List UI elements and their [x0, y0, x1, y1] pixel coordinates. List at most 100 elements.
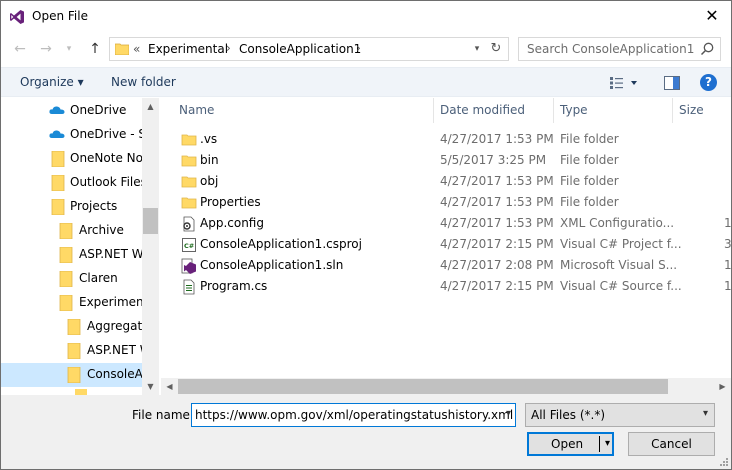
scroll-down-icon[interactable]: ▼ [142, 378, 159, 395]
file-name-value[interactable]: https://www.opm.gov/xml/operatingstatush… [195, 408, 513, 422]
file-type: Visual C# Project f... [560, 237, 682, 251]
file-name: .vs [200, 132, 218, 146]
new-folder-button[interactable]: New folder [111, 75, 176, 89]
folder-icon [51, 151, 65, 167]
help-icon[interactable]: ? [700, 74, 717, 91]
nav-item-aggregatio[interactable]: Aggregatio [1, 315, 142, 339]
file-row[interactable]: App.config 4/27/2017 1:53 PM XML Configu… [161, 213, 731, 234]
nav-item-outlook-files[interactable]: Outlook Files [1, 171, 142, 195]
nav-scrollbar[interactable]: ▲ ▼ [142, 98, 159, 395]
nav-item-aspnet-we[interactable]: ASP.NET We [1, 243, 142, 267]
file-row[interactable]: Properties 4/27/2017 1:53 PM File folder [161, 192, 731, 213]
file-row[interactable]: obj 4/27/2017 1:53 PM File folder [161, 171, 731, 192]
breadcrumb-separator[interactable]: › [226, 41, 231, 55]
nav-item-onedrive[interactable]: OneDrive [1, 99, 142, 123]
file-row[interactable]: ConsoleApplication1.sln 4/27/2017 2:08 P… [161, 255, 731, 276]
folder-icon [59, 295, 73, 311]
folder-icon [181, 176, 197, 188]
navigation-pane[interactable]: OneDrive OneDrive - So OneNote Not Outlo… [1, 98, 159, 395]
breadcrumb-overflow[interactable]: « [133, 42, 140, 56]
cancel-button[interactable]: Cancel [628, 432, 715, 456]
nav-item-projects[interactable]: Projects [1, 195, 142, 219]
visual-studio-icon [10, 10, 24, 24]
scroll-left-icon[interactable]: ◀ [161, 378, 178, 395]
file-name: Program.cs [200, 279, 268, 293]
column-header-type[interactable]: Type [554, 98, 673, 123]
file-date: 4/27/2017 2:08 PM [440, 258, 554, 272]
organize-button[interactable]: Organize ▾ [20, 75, 84, 89]
file-row[interactable]: Program.cs 4/27/2017 2:15 PM Visual C# S… [161, 276, 731, 297]
file-date: 4/27/2017 1:53 PM [440, 174, 554, 188]
column-header-name[interactable]: Name [161, 98, 434, 123]
file-list-hscrollbar[interactable]: ◀ ▶ [161, 378, 731, 395]
chevron-down-icon[interactable]: ▾ [506, 408, 511, 419]
open-options-chevron-icon[interactable]: ▾ [605, 434, 610, 454]
file-date: 5/5/2017 3:25 PM [440, 153, 547, 167]
onedrive-icon [49, 130, 65, 138]
file-name-input[interactable]: https://www.opm.gov/xml/operatingstatush… [191, 403, 516, 427]
up-button[interactable]: ↑ [85, 38, 105, 60]
preview-pane-icon[interactable] [664, 76, 680, 90]
nav-item-archive[interactable]: Archive [1, 219, 142, 243]
file-name: ConsoleApplication1.csproj [200, 237, 362, 251]
file-size: 1 [724, 216, 731, 230]
file-list[interactable]: ^ Name Date modified Type Size .vs 4/27/… [161, 98, 731, 395]
file-type: File folder [560, 153, 619, 167]
nav-item-consoleap[interactable]: ConsoleAp [1, 363, 142, 387]
hscroll-thumb[interactable] [178, 379, 668, 394]
refresh-icon[interactable]: ↻ [488, 41, 504, 57]
svg-text:C#: C# [184, 242, 194, 250]
folder-icon [59, 223, 73, 239]
file-date: 4/27/2017 2:15 PM [440, 237, 554, 251]
folder-icon [59, 271, 73, 287]
address-dropdown-icon[interactable]: ▾ [470, 41, 484, 57]
config-file-icon [183, 216, 195, 232]
open-file-dialog: Open File ✕ ← → ▾ ↑ « Experimental › Con… [0, 0, 732, 470]
folder-icon [59, 247, 73, 263]
file-type: Visual C# Source f... [560, 279, 682, 293]
folder-icon [181, 197, 197, 209]
recent-locations-button[interactable]: ▾ [59, 38, 79, 60]
scroll-up-icon[interactable]: ▲ [142, 98, 159, 115]
column-header-size[interactable]: Size [673, 98, 731, 123]
sln-file-icon [181, 258, 196, 274]
nav-item-onedrive-so[interactable]: OneDrive - So [1, 123, 142, 147]
file-date: 4/27/2017 1:53 PM [440, 195, 554, 209]
nav-item-onenote[interactable]: OneNote Not [1, 147, 142, 171]
forward-button[interactable]: → [36, 38, 56, 60]
change-view-icon[interactable] [610, 76, 638, 90]
search-icon[interactable] [699, 41, 715, 57]
file-row[interactable]: bin 5/5/2017 3:25 PM File folder [161, 150, 731, 171]
breadcrumb-consoleapplication1[interactable]: ConsoleApplication1 [239, 42, 361, 56]
onedrive-icon [49, 106, 65, 114]
breadcrumb-separator[interactable]: › [356, 41, 361, 55]
file-type: File folder [560, 195, 619, 209]
chevron-down-icon[interactable]: ▾ [703, 408, 708, 419]
dialog-footer: File name: https://www.opm.gov/xml/opera… [1, 395, 731, 469]
window-title: Open File [32, 9, 88, 23]
file-type-filter-value[interactable]: All Files (*.*) [531, 408, 605, 422]
scroll-right-icon[interactable]: ▶ [714, 378, 731, 395]
breadcrumb-experimental[interactable]: Experimental [148, 42, 228, 56]
file-name: obj [200, 174, 219, 188]
file-date: 4/27/2017 1:53 PM [440, 216, 554, 230]
folder-icon [181, 155, 197, 167]
file-row[interactable]: .vs 4/27/2017 1:53 PM File folder [161, 129, 731, 150]
address-bar[interactable]: « Experimental › ConsoleApplication1 › ▾… [109, 37, 509, 61]
file-name: App.config [200, 216, 264, 230]
resize-grip-icon[interactable] [719, 457, 729, 467]
nav-scroll-thumb[interactable] [143, 208, 158, 234]
nav-item-experimental[interactable]: Experimental [1, 291, 142, 315]
close-button[interactable]: ✕ [703, 7, 721, 25]
file-type-filter[interactable]: All Files (*.*) ▾ [525, 403, 715, 427]
file-row[interactable]: C# ConsoleApplication1.csproj 4/27/2017 … [161, 234, 731, 255]
column-header-date[interactable]: Date modified [434, 98, 554, 123]
file-type: XML Configuratio... [560, 216, 675, 230]
nav-item-aspnet-w[interactable]: ASP.NET W [1, 339, 142, 363]
search-box[interactable]: Search ConsoleApplication1 [518, 37, 721, 61]
search-input[interactable]: Search ConsoleApplication1 [527, 42, 694, 56]
back-button[interactable]: ← [10, 38, 30, 60]
nav-item-claren[interactable]: Claren [1, 267, 142, 291]
file-type: File folder [560, 132, 619, 146]
open-button[interactable]: Open ▾ [527, 432, 614, 456]
